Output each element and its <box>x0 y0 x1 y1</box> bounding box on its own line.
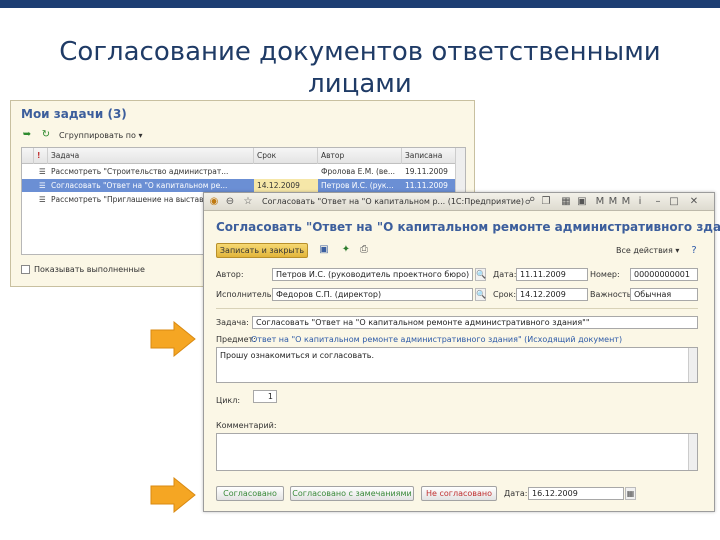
close-icon[interactable]: ✕ <box>688 196 700 208</box>
back-icon[interactable]: ⊖ <box>224 196 236 208</box>
author-cell: Фролова Е.М. (ве... <box>321 167 396 176</box>
calendar-icon[interactable]: ▦ <box>560 196 572 208</box>
save-icon[interactable]: ▣ <box>318 244 330 256</box>
approved-with-remarks-button[interactable]: Согласовано с замечаниями <box>290 486 414 501</box>
execute-task-icon[interactable]: ➥ <box>21 129 33 141</box>
decision-date-label: Дата: <box>504 489 528 498</box>
structure-icon[interactable]: ✦ <box>340 244 352 256</box>
performer-field[interactable]: Федоров С.П. (директор) <box>272 288 473 301</box>
performer-label: Исполнитель: <box>216 290 275 299</box>
task-cell: Рассмотреть "Строительство администрат..… <box>51 167 229 176</box>
not-approved-button[interactable]: Не согласовано <box>421 486 497 501</box>
calendar-picker-icon[interactable]: ▦ <box>625 487 636 500</box>
description-area[interactable]: Прошу ознакомиться и согласовать. <box>216 347 698 383</box>
column-recorded-header[interactable]: Записана <box>402 148 457 164</box>
calculator-icon[interactable]: ▣ <box>576 196 588 208</box>
memory-mplus-icon[interactable]: M <box>607 196 619 208</box>
description-scrollbar[interactable] <box>688 348 697 382</box>
number-label: Номер: <box>590 270 620 279</box>
column-task-header[interactable]: Задача <box>48 148 254 164</box>
importance-field[interactable]: Обычная <box>630 288 698 301</box>
date-field[interactable]: 11.11.2009 <box>516 268 588 281</box>
comment-area[interactable] <box>216 433 698 471</box>
table-row-selected[interactable]: ☰ Согласовать "Ответ на "О капитальном р… <box>22 179 465 192</box>
author-cell: Петров И.С. (рук... <box>321 181 394 190</box>
tasks-table-header: ! Задача Срок Автор Записана <box>22 148 465 164</box>
maximize-icon[interactable]: □ <box>668 196 680 208</box>
form-title: Согласовать "Ответ на "О капитальном рем… <box>216 220 720 234</box>
due-field[interactable]: 14.12.2009 <box>516 288 588 301</box>
due-cell: 14.12.2009 <box>254 179 318 192</box>
slide-top-bar <box>0 0 720 8</box>
help-question-icon[interactable]: ? <box>688 245 700 257</box>
author-search-icon[interactable]: 🔍 <box>475 268 486 281</box>
window-caption: Согласовать "Ответ на "О капитальном р..… <box>262 197 524 206</box>
table-row[interactable]: ☰ Рассмотреть "Строительство администрат… <box>22 165 465 178</box>
task-icon: ☰ <box>39 181 46 190</box>
approval-form-window: ◉ ⊖ ☆ Согласовать "Ответ на "О капитальн… <box>203 192 720 512</box>
recorded-cell: 11.11.2009 <box>405 181 448 190</box>
window-titlebar: ◉ ⊖ ☆ Согласовать "Ответ на "О капитальн… <box>204 193 714 211</box>
show-completed-option[interactable]: Показывать выполненные <box>21 265 145 274</box>
link-icon[interactable]: ☍ <box>524 196 536 208</box>
importance-label: Важность: <box>590 290 635 299</box>
approved-button[interactable]: Согласовано <box>216 486 284 501</box>
comment-label: Комментарий: <box>216 421 277 430</box>
subject-label: Предмет: <box>216 335 256 344</box>
show-completed-label: Показывать выполненные <box>34 265 145 274</box>
cycle-label: Цикл: <box>216 396 241 405</box>
all-actions-menu[interactable]: Все действия ▾ <box>616 246 679 255</box>
slide-title-line2: лицами <box>308 69 412 99</box>
subject-link[interactable]: Ответ на "О капитальном ремонте админист… <box>251 335 622 344</box>
task-cell: Согласовать "Ответ на "О капитальном ре.… <box>51 181 228 190</box>
task-icon: ☰ <box>39 167 46 176</box>
slide-title: Согласование документов ответственными л… <box>0 36 720 100</box>
column-importance-header[interactable]: ! <box>34 148 48 164</box>
minimize-icon[interactable]: – <box>652 196 664 208</box>
cycle-field[interactable]: 1 <box>253 390 277 403</box>
author-label: Автор: <box>216 270 244 279</box>
arrow-icon <box>150 321 196 357</box>
recorded-cell: 19.11.2009 <box>405 167 448 176</box>
divider <box>216 308 698 309</box>
tasks-toolbar: ➥ ↻ Сгруппировать по ▾ <box>21 127 143 143</box>
date-label: Дата: <box>493 270 517 279</box>
description-text: Прошу ознакомиться и согласовать. <box>220 351 375 360</box>
arrow-icon <box>150 477 196 513</box>
number-field[interactable]: 00000000001 <box>630 268 698 281</box>
copy-icon[interactable]: ❐ <box>540 196 552 208</box>
memory-mminus-icon[interactable]: M <box>620 196 632 208</box>
column-due-header[interactable]: Срок <box>254 148 318 164</box>
group-by-menu[interactable]: Сгруппировать по ▾ <box>59 131 142 140</box>
due-label: Срок: <box>493 290 517 299</box>
refresh-icon[interactable]: ↻ <box>40 129 52 141</box>
my-tasks-title: Мои задачи (3) <box>21 107 127 121</box>
show-completed-checkbox[interactable] <box>21 265 30 274</box>
memory-m-icon[interactable]: M <box>594 196 606 208</box>
print-icon[interactable]: ⎙ <box>358 244 370 256</box>
task-field[interactable]: Согласовать "Ответ на "О капитальном рем… <box>252 316 698 329</box>
comment-scrollbar[interactable] <box>688 434 697 470</box>
author-field[interactable]: Петров И.С. (руководитель проектного бюр… <box>272 268 473 281</box>
column-author-header[interactable]: Автор <box>318 148 402 164</box>
due-cell <box>254 165 318 178</box>
help-icon[interactable]: i <box>634 196 646 208</box>
slide-title-line1: Согласование документов ответственными <box>59 37 661 67</box>
performer-search-icon[interactable]: 🔍 <box>475 288 486 301</box>
favorite-star-icon[interactable]: ☆ <box>242 196 254 208</box>
column-icon-header <box>22 148 34 164</box>
app-icon: ◉ <box>209 196 219 207</box>
save-and-close-button[interactable]: Записать и закрыть <box>216 243 308 258</box>
decision-date-field[interactable]: 16.12.2009 <box>528 487 624 500</box>
task-icon: ☰ <box>39 195 46 204</box>
task-label: Задача: <box>216 318 249 327</box>
